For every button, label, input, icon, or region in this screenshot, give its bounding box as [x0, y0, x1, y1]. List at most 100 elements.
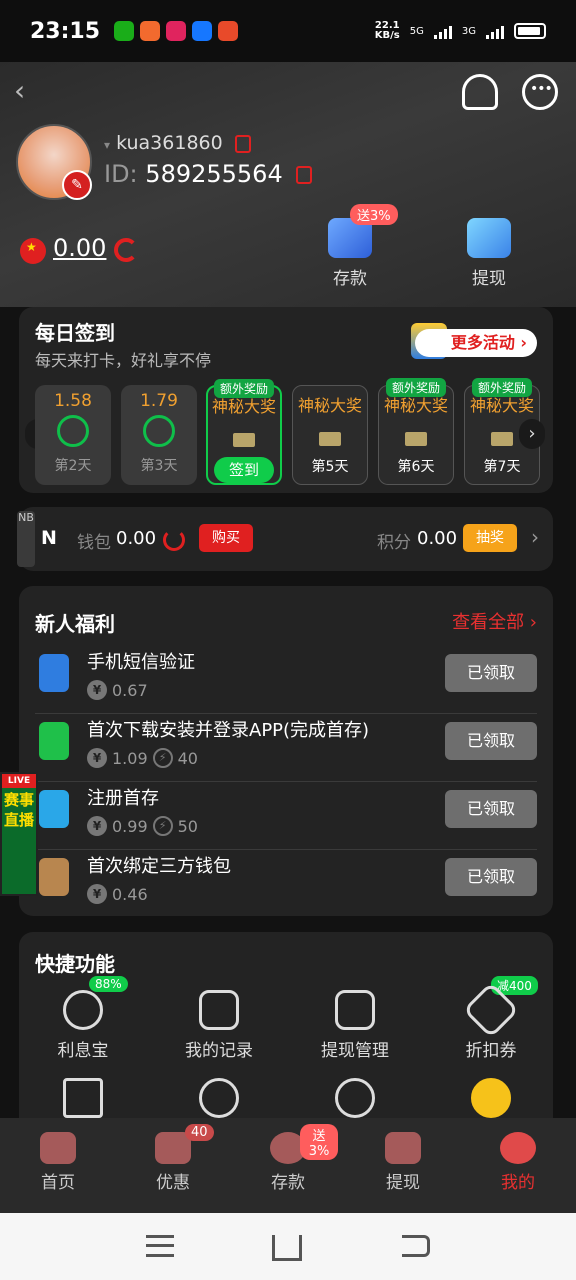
user-icon — [500, 1132, 536, 1164]
quick-title: 快捷功能 — [35, 952, 115, 976]
status-bar: 23:15 22.1 KB/s 5G 3G — [0, 0, 576, 62]
yen-icon: ¥ — [87, 748, 107, 768]
extra-reward-tag: 额外奖励 — [385, 378, 447, 397]
profile-header: ‹ ✎ ▾ kua361860 ID: 589255564 0.00 存款 送3… — [0, 62, 576, 307]
quick-item-records[interactable]: 我的记录 — [169, 990, 269, 1061]
card-icon — [335, 990, 375, 1030]
crown-icon — [63, 1078, 103, 1118]
signal-label: 3G — [461, 25, 476, 37]
welfare-task: 首次绑定三方钱包 ¥ 0.46 已领取 — [35, 850, 537, 918]
withdraw-button[interactable]: 提现 — [449, 218, 529, 289]
quick-item-coupon[interactable]: 减400 折扣券 — [441, 976, 541, 1061]
username: ▾ kua361860 — [104, 132, 251, 154]
chevron-right-icon[interactable]: › — [531, 525, 539, 549]
wallet-label: 钱包 — [77, 533, 111, 553]
nav-deposit[interactable]: 送3% 存款 — [238, 1124, 338, 1193]
daily-checkin-card: 每日签到 每天来打卡，好礼享不停 更多活动 › ‹ 1.58 第2天 1.79 … — [19, 307, 553, 493]
newcomer-welfare-card: 新人福利 查看全部 › 手机短信验证 ¥ 0.67 已领取 首次下载安装并登录A… — [19, 586, 553, 916]
wechat-icon — [114, 21, 135, 41]
welfare-title: 新人福利 — [35, 612, 115, 636]
quick-item-withdraw-manage[interactable]: 提现管理 — [305, 990, 405, 1061]
cash-icon — [233, 433, 255, 447]
user-icon — [199, 1078, 239, 1118]
net-speed: 22.1 KB/s — [374, 20, 400, 41]
system-nav-bar — [0, 1213, 576, 1280]
buy-button[interactable]: 购买 — [199, 524, 253, 552]
checkin-subtitle: 每天来打卡，好礼享不停 — [35, 351, 212, 370]
signal-label: 5G — [409, 25, 424, 37]
back-icon[interactable]: ‹ — [14, 74, 25, 107]
bolt-icon: ⚡ — [152, 816, 173, 836]
cash-coin-icon — [143, 415, 175, 447]
cash-coin-icon — [57, 415, 89, 447]
checkin-day-today: 额外奖励 神秘大奖 签到 — [206, 379, 282, 485]
points-value: 0.00 — [417, 528, 458, 549]
deposit-button[interactable]: 存款 — [310, 218, 390, 289]
home-icon[interactable] — [272, 1235, 302, 1261]
wallet-link-icon — [39, 858, 69, 896]
checkin-title: 每日签到 — [35, 321, 115, 345]
nb-side-tab[interactable]: NB — [17, 511, 35, 567]
app-icon — [218, 21, 239, 41]
nav-home[interactable]: 首页 — [8, 1132, 108, 1193]
balance-value: 0.00 — [53, 234, 107, 262]
nav-badge: 40 — [185, 1124, 214, 1141]
app-icon — [140, 21, 161, 41]
phone-shield-icon — [39, 654, 69, 692]
copy-icon[interactable] — [234, 134, 251, 153]
app-icon — [166, 21, 187, 41]
extra-reward-tag: 额外奖励 — [471, 378, 533, 397]
records-icon — [199, 990, 239, 1030]
bolt-icon: ⚡ — [152, 748, 173, 768]
view-all-link[interactable]: 查看全部 › — [452, 608, 537, 634]
claimed-button[interactable]: 已领取 — [445, 790, 537, 828]
wallet-icon — [39, 790, 69, 828]
nav-badge: 送3% — [300, 1124, 338, 1160]
scroll-right-icon[interactable]: › — [519, 419, 545, 449]
target-icon — [335, 1078, 375, 1118]
phone-download-icon — [39, 722, 69, 760]
lottery-button[interactable]: 抽奖 — [463, 524, 517, 552]
nb-logo: N — [41, 527, 57, 549]
alipay-icon — [192, 21, 213, 41]
piggy-bank-icon — [63, 990, 103, 1030]
yen-icon: ¥ — [87, 816, 107, 836]
yen-icon: ¥ — [87, 884, 107, 904]
refresh-icon[interactable] — [114, 238, 138, 262]
headset-icon[interactable] — [462, 74, 498, 110]
refresh-icon[interactable] — [163, 529, 185, 551]
message-icon[interactable] — [522, 74, 558, 110]
user-id: ID: 589255564 — [104, 160, 313, 188]
cash-icon — [319, 432, 341, 446]
quick-item-interest[interactable]: 88% 利息宝 — [33, 976, 133, 1061]
claimed-button[interactable]: 已领取 — [445, 654, 537, 692]
deposit-badge: 送3% — [350, 204, 398, 225]
welfare-task: 注册首存 ¥ 0.99 ⚡ 50 已领取 — [35, 782, 537, 850]
welfare-task: 首次下载安装并登录APP(完成首存) ¥ 1.09 ⚡ 40 已领取 — [35, 714, 537, 782]
card-withdraw-icon — [467, 218, 511, 258]
edit-icon[interactable]: ✎ — [62, 170, 92, 200]
checkin-button[interactable]: 签到 — [214, 457, 274, 483]
nav-profile[interactable]: 我的 — [468, 1132, 568, 1193]
live-tag: LIVE — [2, 774, 36, 788]
live-banner-text: 赛事直播 — [3, 791, 34, 829]
nav-promotions[interactable]: 40 优惠 — [123, 1124, 223, 1193]
welfare-task: 手机短信验证 ¥ 0.67 已领取 — [35, 646, 537, 714]
bottom-nav: 首页 40 优惠 送3% 存款 提现 我的 — [0, 1118, 576, 1213]
cash-icon — [491, 432, 513, 446]
live-stream-banner[interactable]: LIVE 赛事直播 — [0, 772, 38, 896]
extra-reward-tag: 额外奖励 — [213, 379, 275, 398]
checkin-day: 1.79 第3天 — [121, 385, 197, 485]
copy-icon[interactable] — [296, 166, 313, 184]
claimed-button[interactable]: 已领取 — [445, 722, 537, 760]
checkin-day: 额外奖励 神秘大奖 第6天 — [378, 378, 454, 485]
more-activities-button[interactable]: 更多活动 › — [414, 329, 537, 357]
menu-icon[interactable] — [146, 1235, 174, 1257]
back-icon[interactable] — [402, 1235, 430, 1257]
withdraw-icon — [385, 1132, 421, 1164]
home-icon — [40, 1132, 76, 1164]
signal-icon — [486, 23, 504, 39]
nav-withdraw[interactable]: 提现 — [353, 1132, 453, 1193]
claimed-button[interactable]: 已领取 — [445, 858, 537, 896]
signal-icon — [433, 23, 452, 39]
